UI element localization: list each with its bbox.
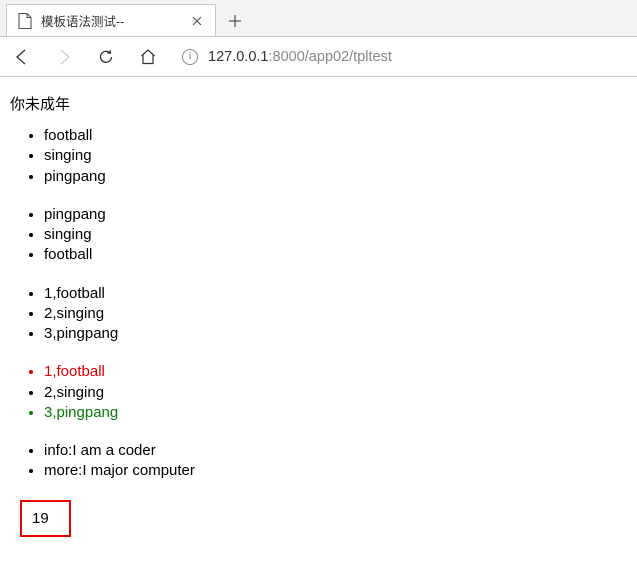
address-bar[interactable]: i 127.0.0.1:8000/app02/tpltest <box>176 49 629 65</box>
list-4: 1,football 2,singing 3,pingpang <box>10 362 627 423</box>
list-item: 2,singing <box>44 383 627 403</box>
status-text: 你未成年 <box>10 93 627 114</box>
url-port: :8000 <box>268 49 304 65</box>
new-tab-button[interactable] <box>220 6 250 36</box>
list-item: more:I major computer <box>44 461 627 481</box>
list-item: info:I am a coder <box>44 441 627 461</box>
back-button[interactable] <box>8 43 36 71</box>
list-item: 1,football <box>44 284 627 304</box>
site-info-icon[interactable]: i <box>182 49 198 65</box>
close-icon[interactable] <box>189 13 205 29</box>
toolbar: i 127.0.0.1:8000/app02/tpltest <box>0 36 637 76</box>
list-item: football <box>44 126 627 146</box>
list-item: singing <box>44 225 627 245</box>
highlight-value: 19 <box>32 510 49 527</box>
page-content: 你未成年 football singing pingpang pingpang … <box>0 77 637 547</box>
page-icon <box>17 13 33 29</box>
home-button[interactable] <box>134 43 162 71</box>
list-item: pingpang <box>44 205 627 225</box>
list-item: 1,football <box>44 362 627 382</box>
url-host: 127.0.0.1 <box>208 49 268 65</box>
list-item: 2,singing <box>44 304 627 324</box>
browser-tab[interactable]: 模板语法测试-- <box>6 4 216 36</box>
url-path: /app02/tpltest <box>305 49 392 65</box>
forward-button[interactable] <box>50 43 78 71</box>
list-item: 3,pingpang <box>44 403 627 423</box>
url-text: 127.0.0.1:8000/app02/tpltest <box>208 49 392 65</box>
refresh-button[interactable] <box>92 43 120 71</box>
list-2: pingpang singing football <box>10 205 627 266</box>
browser-chrome: 模板语法测试-- i 127.0.0.1:8000/app02/tpltest <box>0 0 637 77</box>
highlight-box: 19 <box>20 500 71 537</box>
tab-bar: 模板语法测试-- <box>0 0 637 36</box>
tab-title: 模板语法测试-- <box>41 11 181 30</box>
list-item: football <box>44 245 627 265</box>
list-3: 1,football 2,singing 3,pingpang <box>10 284 627 345</box>
list-5: info:I am a coder more:I major computer <box>10 441 627 482</box>
list-1: football singing pingpang <box>10 126 627 187</box>
list-item: 3,pingpang <box>44 324 627 344</box>
list-item: singing <box>44 146 627 166</box>
list-item: pingpang <box>44 167 627 187</box>
